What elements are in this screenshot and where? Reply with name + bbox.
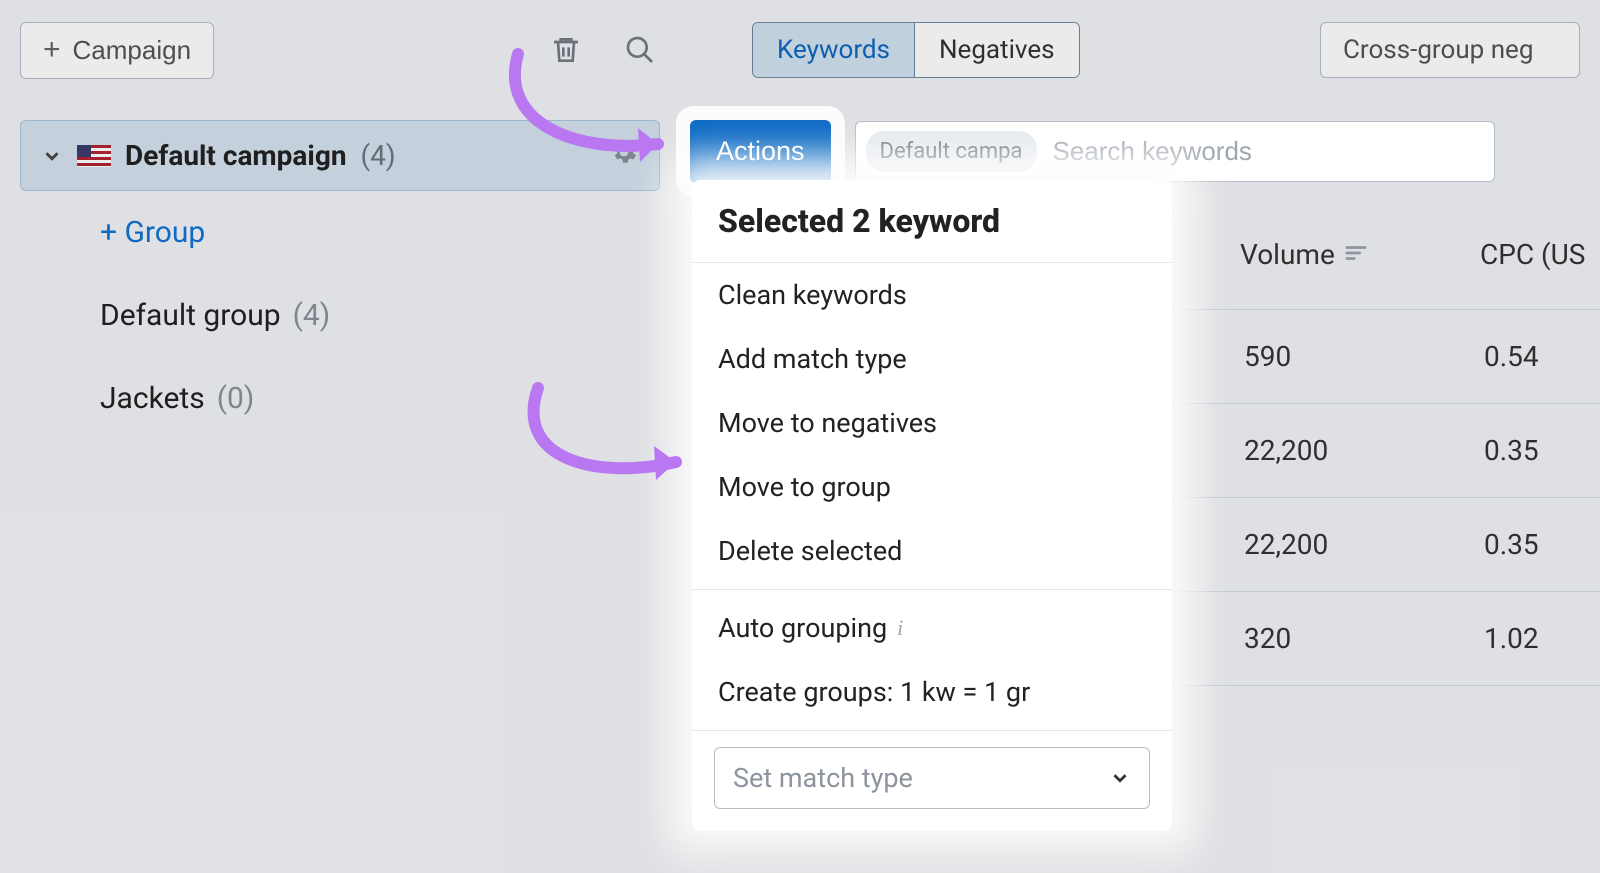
- actions-popup: Selected 2 keyword Clean keywords Add ma…: [692, 180, 1172, 831]
- popup-title: Selected 2 keyword: [692, 180, 1172, 263]
- trash-icon[interactable]: [544, 28, 588, 72]
- campaign-count: (4): [361, 139, 396, 172]
- cell-volume: 22,200: [1240, 528, 1480, 561]
- cell-volume: 320: [1240, 622, 1480, 655]
- sidebar-add-group-label: + Group: [100, 215, 205, 250]
- popup-item-auto-grouping[interactable]: Auto grouping i: [692, 596, 1172, 660]
- campaign-filter-pill[interactable]: Default campa: [866, 131, 1037, 172]
- search-icon[interactable]: [618, 28, 662, 72]
- gear-icon[interactable]: [609, 137, 639, 174]
- keywords-negatives-tabs: Keywords Negatives: [752, 22, 1079, 78]
- sidebar-add-group[interactable]: + Group: [20, 191, 660, 274]
- popup-item-add-match-type[interactable]: Add match type: [692, 327, 1172, 391]
- sidebar-campaign-row[interactable]: Default campaign (4): [20, 120, 660, 191]
- top-bar: + Campaign Keywords Negatives Cross-grou…: [0, 0, 1600, 80]
- col-cpc-label: CPC (US: [1480, 238, 1585, 271]
- sidebar-group-name: Default group: [100, 298, 281, 333]
- actions-button[interactable]: Actions: [690, 120, 831, 183]
- cell-cpc: 0.35: [1480, 434, 1600, 467]
- chevron-down-icon: [41, 145, 63, 167]
- cell-volume: 590: [1240, 340, 1480, 373]
- cell-volume: 22,200: [1240, 434, 1480, 467]
- tab-keywords[interactable]: Keywords: [753, 23, 914, 77]
- new-campaign-button[interactable]: + Campaign: [20, 22, 214, 79]
- plus-icon: +: [43, 40, 61, 60]
- sidebar-group-name: Jackets: [100, 381, 205, 416]
- popup-set-match-type-select[interactable]: Set match type: [714, 747, 1150, 809]
- new-campaign-label: Campaign: [73, 35, 192, 66]
- popup-item-create-groups[interactable]: Create groups: 1 kw = 1 gr: [692, 660, 1172, 724]
- info-icon: i: [897, 615, 903, 641]
- col-cpc[interactable]: CPC (US: [1480, 238, 1600, 271]
- popup-item-label: Auto grouping: [718, 612, 887, 644]
- chevron-down-icon: [1109, 767, 1131, 789]
- campaign-name: Default campaign: [125, 139, 347, 172]
- cell-cpc: 0.35: [1480, 528, 1600, 561]
- col-volume-label: Volume: [1240, 238, 1335, 271]
- sidebar-group-count: (0): [217, 381, 255, 416]
- popup-divider: [692, 589, 1172, 590]
- sort-desc-icon: [1345, 243, 1367, 267]
- sidebar-group-jackets[interactable]: Jackets (0): [20, 357, 660, 440]
- popup-item-move-to-group[interactable]: Move to group: [692, 455, 1172, 519]
- popup-item-delete-selected[interactable]: Delete selected: [692, 519, 1172, 583]
- tab-negatives[interactable]: Negatives: [914, 23, 1079, 77]
- col-volume[interactable]: Volume: [1240, 238, 1480, 271]
- keyword-search-wrap: Default campa: [855, 121, 1495, 182]
- select-placeholder: Set match type: [733, 762, 913, 794]
- keyword-search-input[interactable]: [1037, 122, 1494, 181]
- cell-cpc: 1.02: [1480, 622, 1600, 655]
- sidebar-group-default[interactable]: Default group (4): [20, 274, 660, 357]
- flag-us-icon: [77, 145, 111, 167]
- popup-item-clean-keywords[interactable]: Clean keywords: [692, 263, 1172, 327]
- sidebar: Default campaign (4) + Group Default gro…: [20, 120, 660, 440]
- actions-row: Actions Default campa: [690, 120, 1495, 183]
- popup-item-move-to-negatives[interactable]: Move to negatives: [692, 391, 1172, 455]
- popup-divider: [692, 730, 1172, 731]
- cell-cpc: 0.54: [1480, 340, 1600, 373]
- sidebar-group-count: (4): [293, 298, 331, 333]
- cross-group-negatives-button[interactable]: Cross-group neg: [1320, 22, 1580, 78]
